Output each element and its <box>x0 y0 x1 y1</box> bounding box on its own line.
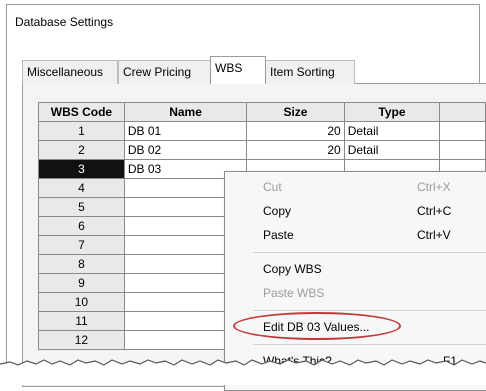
tab-crew-pricing[interactable]: Crew Pricing <box>118 60 212 84</box>
column-header-name[interactable]: Name <box>123 102 248 122</box>
column-header-extra[interactable] <box>439 102 486 122</box>
menu-item-copy-wbs[interactable]: Copy WBS <box>225 258 486 280</box>
menu-separator <box>253 344 486 345</box>
name-cell[interactable]: DB 01 <box>123 121 248 141</box>
menu-item-shortcut: Ctrl+V <box>417 228 451 242</box>
table-row[interactable]: 1 DB 01 20 Detail <box>38 121 486 141</box>
menu-separator <box>253 252 486 253</box>
menu-item-label: Copy WBS <box>263 262 322 276</box>
menu-item-copy[interactable]: Copy Ctrl+C <box>225 200 486 222</box>
wbs-code-cell[interactable]: 4 <box>38 178 125 198</box>
size-cell[interactable]: 20 <box>246 121 345 141</box>
type-cell[interactable]: Detail <box>343 140 441 160</box>
column-header-wbs-code[interactable]: WBS Code <box>38 102 125 122</box>
tab-miscellaneous[interactable]: Miscellaneous <box>22 60 118 84</box>
wbs-code-cell[interactable]: 10 <box>38 292 125 312</box>
menu-item-paste-wbs[interactable]: Paste WBS <box>225 282 486 304</box>
wbs-code-cell[interactable]: 6 <box>38 216 125 236</box>
wbs-code-cell[interactable]: 1 <box>38 121 125 141</box>
type-cell[interactable]: Detail <box>343 121 441 141</box>
wbs-code-cell[interactable]: 11 <box>38 311 125 331</box>
menu-item-label: Cut <box>263 180 282 194</box>
column-header-size[interactable]: Size <box>246 102 345 122</box>
extra-cell[interactable] <box>439 121 486 141</box>
column-header-type[interactable]: Type <box>343 102 441 122</box>
tab-item-sorting[interactable]: Item Sorting <box>265 60 355 84</box>
menu-item-label: Copy <box>263 204 292 218</box>
menu-item-shortcut: Ctrl+X <box>417 180 451 194</box>
torn-edge <box>0 359 486 385</box>
wbs-code-cell[interactable]: 9 <box>38 273 125 293</box>
wbs-code-cell[interactable]: 2 <box>38 140 125 160</box>
wbs-code-cell[interactable]: 5 <box>38 197 125 217</box>
wbs-code-cell[interactable]: 7 <box>38 235 125 255</box>
menu-item-label: Paste WBS <box>263 286 325 300</box>
wbs-code-cell[interactable]: 8 <box>38 254 125 274</box>
wbs-code-cell[interactable]: 3 <box>38 159 125 179</box>
size-cell[interactable]: 20 <box>246 140 345 160</box>
menu-separator <box>253 310 486 311</box>
menu-item-label: Paste <box>263 228 294 242</box>
menu-item-paste[interactable]: Paste Ctrl+V <box>225 224 486 246</box>
menu-item-shortcut: Ctrl+C <box>417 204 452 218</box>
wbs-code-cell[interactable]: 12 <box>38 330 125 350</box>
extra-cell[interactable] <box>439 140 486 160</box>
tab-wbs[interactable]: WBS <box>210 56 266 84</box>
name-cell[interactable]: DB 02 <box>123 140 248 160</box>
window-title: Database Settings <box>15 15 114 29</box>
menu-item-cut[interactable]: Cut Ctrl+X <box>225 176 486 198</box>
highlight-circle <box>233 312 401 340</box>
table-row[interactable]: 2 DB 02 20 Detail <box>38 140 486 160</box>
